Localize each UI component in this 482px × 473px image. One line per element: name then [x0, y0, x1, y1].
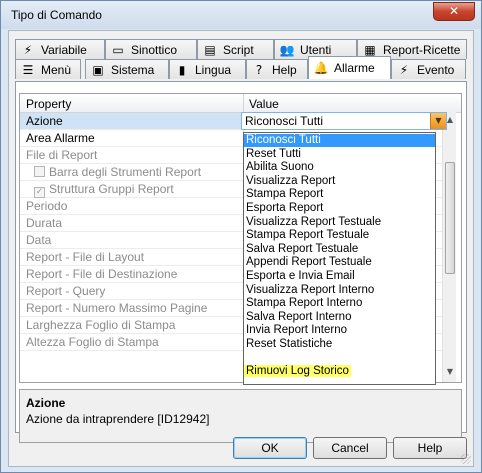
checkbox: ✓: [34, 187, 45, 198]
help-button[interactable]: Help: [393, 437, 467, 459]
dropdown-option[interactable]: Visualizza Report Interno: [244, 284, 435, 297]
property-name: Data: [26, 233, 52, 247]
dropdown-option[interactable]: Stampa Report: [244, 188, 435, 201]
property-name: Azione: [26, 114, 63, 128]
bell-icon: 🔔: [313, 61, 329, 75]
property-name: File di Report: [26, 148, 98, 162]
tab-variabile[interactable]: ⚡ Variabile: [15, 39, 105, 59]
property-name: Periodo: [26, 199, 68, 213]
header-property: Property: [26, 97, 72, 111]
tab-evento[interactable]: ⚡ Evento: [391, 59, 466, 79]
grid-scrollbar[interactable]: ▲ ▼: [442, 112, 456, 382]
property-name: Report - File di Layout: [26, 250, 145, 264]
property-name: ✓ Struttura Gruppi Report: [34, 182, 174, 198]
tab-help[interactable]: ? Help: [246, 59, 308, 79]
close-icon: ✕: [448, 4, 460, 18]
dropdown-option[interactable]: Appendi Report Testuale: [244, 256, 435, 269]
dropdown-option[interactable]: Esporta Report: [244, 202, 435, 215]
help-icon: ?: [255, 62, 263, 77]
tab-lingua[interactable]: ▮ Lingua: [169, 59, 246, 79]
dialog-window: Tipo di Comando ✕ ⚡ Variabile ▭ Sinottico ▤ S…: [0, 0, 482, 473]
close-button[interactable]: ✕: [433, 2, 475, 21]
tab-label: Sinottico: [131, 42, 178, 57]
dropdown-option[interactable]: Salva Report Interno: [244, 311, 435, 324]
dropdown-option[interactable]: Abilita Suono: [244, 161, 435, 174]
tab-label: Report-Ricette: [383, 42, 461, 57]
azione-dropdown-list: Riconosci Tutti Reset Tutti Abilita Suono V…: [243, 132, 436, 385]
property-name: Larghezza Foglio di Stampa: [26, 318, 176, 332]
bolt-icon: ⚡: [23, 42, 33, 57]
dropdown-option[interactable]: Esporta e Invia Email: [244, 270, 435, 283]
property-name: Area Allarme: [26, 131, 95, 145]
dropdown-option[interactable]: Invia Report Interno: [244, 324, 435, 337]
users-icon: 👥: [279, 42, 295, 57]
monitor-icon: ▭: [112, 42, 124, 57]
cancel-button[interactable]: Cancel: [313, 437, 387, 459]
book-icon: ▮: [178, 62, 186, 77]
system-icon: ▣: [92, 62, 104, 77]
header-separator: [243, 94, 244, 113]
combo-value: Riconosci Tutti: [245, 114, 324, 128]
dropdown-option[interactable]: Reset Statistiche: [244, 338, 435, 351]
property-name: Barra degli Strumenti Report: [26, 165, 201, 179]
dropdown-option[interactable]: Visualizza Report: [244, 175, 435, 188]
description-panel: Azione Azione da intraprendere [ID12942]: [19, 389, 462, 443]
dropdown-option[interactable]: Riconosci Tutti: [244, 134, 435, 147]
window-title: Tipo di Comando: [11, 8, 102, 22]
tab-label: Help: [272, 62, 297, 77]
chevron-down-icon[interactable]: ▼: [430, 113, 446, 129]
description-title: Azione: [26, 396, 66, 410]
tab-label: Utenti: [300, 42, 332, 57]
dropdown-option[interactable]: Rimuovi Log Storico: [244, 365, 435, 378]
dropdown-option[interactable]: Salva Report Testuale: [244, 243, 435, 256]
title-bar: Tipo di Comando ✕: [1, 1, 481, 29]
tab-label: Sistema: [111, 62, 155, 77]
tab-script[interactable]: ▤ Script: [197, 39, 274, 59]
tab-label: Lingua: [195, 62, 232, 77]
dropdown-option[interactable]: Stampa Report Testuale: [244, 229, 435, 242]
property-name: Report - Query: [26, 284, 106, 298]
property-name: Altezza Foglio di Stampa: [26, 335, 159, 349]
tab-sistema[interactable]: ▣ Sistema: [85, 59, 169, 79]
grid-header: Property Value: [20, 94, 461, 113]
dropdown-option[interactable]: Reset Tutti: [244, 148, 435, 161]
ok-button[interactable]: OK: [233, 437, 307, 459]
lightning-icon: ⚡: [399, 62, 409, 77]
dropdown-option[interactable]: [244, 352, 435, 365]
property-name: Durata: [26, 216, 63, 230]
report-icon: ▦: [364, 42, 376, 57]
azione-combobox[interactable]: Riconosci Tutti ▼: [241, 112, 447, 130]
property-name: Report - Numero Massimo Pagine: [26, 301, 208, 315]
menu-icon: ☰: [22, 62, 34, 77]
tab-label: Menù: [41, 62, 72, 77]
script-icon: ▤: [204, 42, 216, 57]
tab-label: Variabile: [41, 42, 87, 57]
scroll-down-icon[interactable]: ▼: [443, 364, 457, 380]
checkbox: [34, 166, 45, 177]
dropdown-option[interactable]: Visualizza Report Testuale: [244, 216, 435, 229]
description-text: Azione da intraprendere [ID12942]: [26, 412, 210, 426]
tab-label: Allarme: [334, 61, 375, 75]
tab-men-[interactable]: ☰ Menù: [15, 59, 81, 79]
property-name: Report - File di Destinazione: [26, 267, 178, 281]
dropdown-option[interactable]: Stampa Report Interno: [244, 297, 435, 310]
dialog-client: ⚡ Variabile ▭ Sinottico ▤ Script 👥 Utenti ▦ Repor…: [8, 30, 474, 467]
resize-grip[interactable]: [461, 454, 471, 464]
tab-label: Script: [223, 42, 254, 57]
tab-label: Evento: [417, 62, 455, 77]
scroll-thumb[interactable]: [445, 162, 455, 274]
header-value: Value: [249, 97, 279, 111]
tab-allarme[interactable]: 🔔 Allarme: [308, 56, 391, 79]
tab-sinottico[interactable]: ▭ Sinottico: [105, 39, 197, 59]
